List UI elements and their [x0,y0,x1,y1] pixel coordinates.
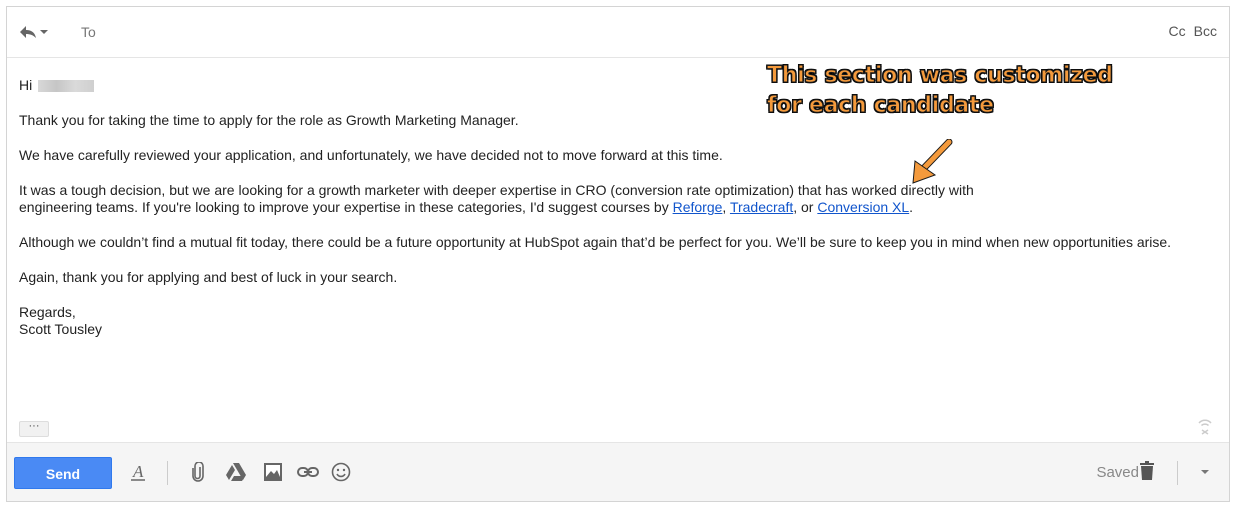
tradecraft-link[interactable]: Tradecraft [730,199,793,215]
show-trimmed-content-button[interactable]: ··· [19,421,49,437]
conversionxl-link[interactable]: Conversion XL [817,199,909,215]
chevron-down-icon [40,30,48,34]
reply-icon [20,26,36,38]
chevron-down-icon[interactable] [1200,468,1210,476]
annotation-line-1: This section was customized [767,63,1114,89]
reply-type-dropdown[interactable] [19,25,49,39]
or-text: , or [793,199,814,215]
saved-status: Saved [1096,464,1139,481]
signature-name: Scott Tousley [19,321,103,337]
to-field-label[interactable]: To [81,24,96,40]
toolbar-separator [167,461,168,485]
paragraph-3-line-2: engineering teams. If you're looking to … [19,199,669,215]
annotation-line-2: for each candidate [767,93,995,119]
annotation-arrow-icon [912,139,953,184]
bcc-link[interactable]: Bcc [1194,23,1217,39]
signoff: Regards, [19,304,76,320]
trash-icon[interactable] [1139,461,1155,481]
cc-bcc-controls: Cc Bcc [1169,23,1217,39]
paragraph-3: It was a tough decision, but we are look… [19,182,974,215]
annotation-callout: This section was customized for each can… [767,61,1114,121]
attach-icon[interactable] [191,462,205,482]
send-button[interactable]: Send [14,457,112,489]
redacted-name [38,79,95,92]
toolbar-separator [1177,461,1178,485]
signal-icon [1198,419,1212,435]
format-text-icon[interactable]: A [129,462,147,482]
paragraph-5: Again, thank you for applying and best o… [19,269,398,285]
signature-block: Regards, Scott Tousley [19,304,1219,338]
emoji-icon[interactable] [331,462,351,482]
compose-toolbar: Send A Saved [7,442,1229,501]
drive-icon[interactable] [225,462,247,482]
photo-icon[interactable] [263,462,283,482]
cc-link[interactable]: Cc [1169,23,1186,39]
link-icon[interactable] [297,462,319,482]
compose-header: To Cc Bcc [7,7,1229,58]
paragraph-2: We have carefully reviewed your applicat… [19,147,723,163]
paragraph-4: Although we couldn’t find a mutual fit t… [19,234,1172,250]
paragraph-3-line-1: It was a tough decision, but we are look… [19,182,974,198]
compose-window: To Cc Bcc Hi Thank you for taking the ti… [6,6,1230,502]
greeting-text: Hi [19,77,33,93]
svg-text:A: A [132,462,144,481]
reforge-link[interactable]: Reforge [673,199,723,215]
period-text: . [909,199,914,215]
